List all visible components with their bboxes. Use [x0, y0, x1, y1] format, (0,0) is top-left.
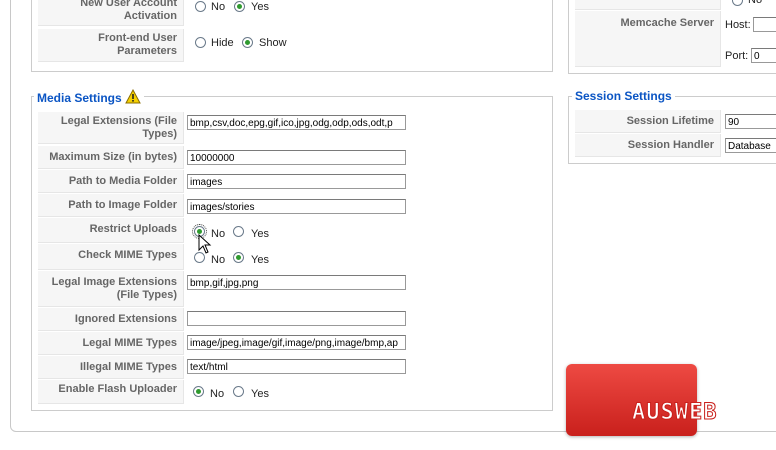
check-mime-yes-label: Yes [251, 254, 269, 266]
memcache-host-label: Host: [725, 19, 751, 31]
media-path-label: Path to Media Folder [38, 170, 184, 193]
row-restrict-uploads: Restrict Uploads No Yes [38, 218, 550, 243]
memcache-host-input[interactable] [753, 17, 776, 32]
restrict-uploads-yes-radio[interactable] [233, 226, 244, 237]
row-legal-extensions: Legal Extensions (File Types) bmp,csv,do… [38, 112, 550, 144]
row-new-user-activation: New User Account Activation No Yes [38, 0, 550, 26]
check-mime-no-label: No [211, 254, 226, 266]
illegal-mime-label: Illegal MIME Types [38, 356, 184, 379]
media-settings-title: Media Settings [37, 91, 122, 105]
legal-mime-input[interactable]: image/jpeg,image/gif,image/png,image/bmp… [187, 335, 406, 350]
flash-uploader-label: Enable Flash Uploader [38, 380, 184, 404]
row-session-lifetime: Session Lifetime 90 [575, 110, 776, 133]
memcache-port-label: Port: [725, 50, 749, 62]
row-session-handler: Session Handler Database [575, 134, 776, 157]
image-path-input[interactable]: images/stories [187, 199, 406, 214]
new-user-activation-no-radio[interactable] [195, 1, 206, 12]
frontend-user-params-label: Front-end User Parameters [38, 29, 184, 62]
row-image-path: Path to Image Folder images/stories [38, 194, 550, 217]
row-check-mime: Check MIME Types No Yes [38, 244, 550, 270]
media-settings-legend: Media Settings [34, 88, 145, 105]
row-ignored-ext: Ignored Extensions [38, 308, 550, 331]
row-flash-uploader: Enable Flash Uploader No Yes [38, 380, 550, 404]
image-path-label: Path to Image Folder [38, 194, 184, 217]
session-handler-select[interactable]: Database [725, 138, 776, 153]
session-settings-legend: Session Settings [572, 89, 675, 103]
check-mime-yes-radio[interactable] [233, 252, 244, 263]
new-user-activation-no-label: No [211, 1, 226, 13]
new-user-activation-label: New User Account Activation [38, 0, 184, 26]
flash-uploader-no-label: No [210, 388, 225, 400]
restrict-uploads-label: Restrict Uploads [38, 218, 184, 243]
frontend-show-radio[interactable] [242, 37, 253, 48]
ausweb-logo-text: AUSWEB [631, 400, 718, 426]
legal-image-ext-label: Legal Image Extensions (File Types) [38, 271, 184, 307]
legal-mime-label: Legal MIME Types [38, 332, 184, 355]
frontend-hide-radio[interactable] [195, 37, 206, 48]
legal-extensions-input[interactable]: bmp,csv,doc,epg,gif,ico,jpg,odg,odp,ods,… [187, 115, 406, 130]
row-legal-mime: Legal MIME Types image/jpeg,image/gif,im… [38, 332, 550, 355]
row-media-path: Path to Media Folder images [38, 170, 550, 193]
new-user-activation-yes-radio[interactable] [234, 1, 245, 12]
row-memcache-server: Memcache Server Host: Port: 0 [575, 11, 776, 67]
flash-uploader-yes-label: Yes [251, 388, 269, 400]
frontend-hide-label: Hide [211, 37, 234, 49]
memcache-port-input[interactable]: 0 [751, 48, 776, 63]
mouse-cursor-icon [198, 234, 212, 254]
row-illegal-mime: Illegal MIME Types text/html [38, 356, 550, 379]
legal-image-ext-input[interactable]: bmp,gif,jpg,png [187, 275, 406, 290]
restrict-uploads-yes-label: Yes [251, 228, 269, 240]
ignored-ext-input[interactable] [187, 311, 406, 326]
max-size-input[interactable]: 10000000 [187, 150, 406, 165]
max-size-label: Maximum Size (in bytes) [38, 146, 184, 169]
row-memcache-top: No [575, 0, 775, 10]
session-lifetime-label: Session Lifetime [575, 110, 721, 133]
memcache-top-label-cell [575, 0, 721, 10]
check-mime-label: Check MIME Types [38, 244, 184, 270]
frontend-show-label: Show [259, 37, 287, 49]
flash-uploader-yes-radio[interactable] [233, 386, 244, 397]
flash-uploader-no-radio[interactable] [193, 386, 204, 397]
ignored-ext-label: Ignored Extensions [38, 308, 184, 331]
row-frontend-user-params: Front-end User Parameters Hide Show [38, 29, 550, 62]
legal-extensions-label: Legal Extensions (File Types) [38, 112, 184, 144]
session-handler-label: Session Handler [575, 134, 721, 157]
row-max-size: Maximum Size (in bytes) 10000000 [38, 146, 550, 169]
memcache-server-label: Memcache Server [575, 11, 721, 67]
row-legal-image-ext: Legal Image Extensions (File Types) bmp,… [38, 271, 550, 307]
session-lifetime-input[interactable]: 90 [725, 114, 776, 129]
memcache-top-no-radio[interactable] [732, 0, 743, 6]
restrict-uploads-no-label: No [211, 228, 226, 240]
media-path-input[interactable]: images [187, 174, 406, 189]
memcache-top-no-label: No [748, 0, 763, 6]
new-user-activation-yes-label: Yes [251, 1, 269, 13]
warning-icon [125, 88, 141, 104]
illegal-mime-input[interactable]: text/html [187, 359, 406, 374]
